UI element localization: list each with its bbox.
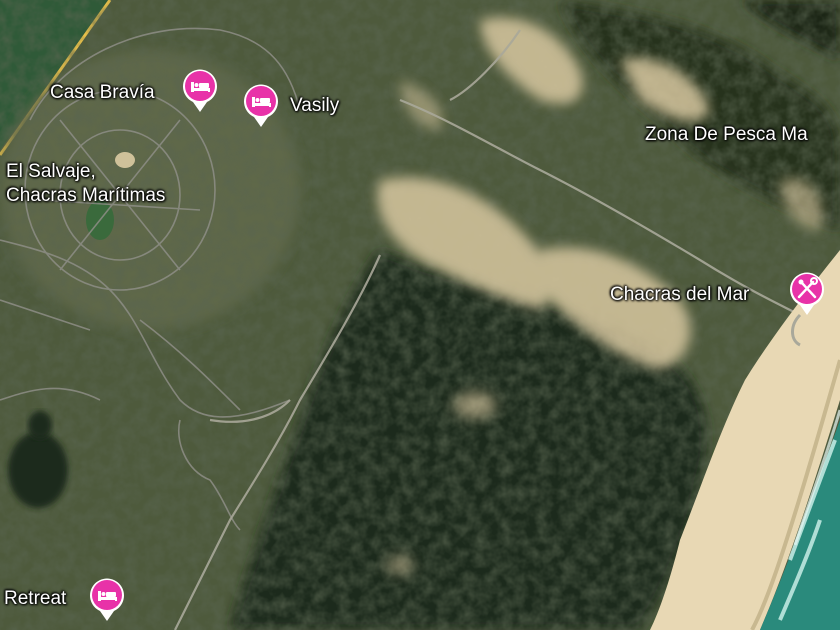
place-label-chacras-del-mar[interactable]: Chacras del Mar bbox=[610, 284, 749, 306]
hotel-bed-icon bbox=[183, 69, 217, 112]
hotel-bed-icon bbox=[90, 578, 124, 621]
place-label-retreat[interactable]: Retreat bbox=[4, 588, 66, 610]
hotel-bed-icon bbox=[244, 84, 278, 127]
place-label-zona-de-pesca[interactable]: Zona De Pesca Ma bbox=[645, 124, 808, 146]
place-label-vasily[interactable]: Vasily bbox=[290, 95, 339, 117]
satellite-map[interactable]: Casa Bravía Vasily El Salvaje, Chacras M… bbox=[0, 0, 840, 630]
place-label-line2: Chacras Marítimas bbox=[6, 185, 166, 206]
place-pin-retreat[interactable] bbox=[88, 576, 126, 622]
place-pin-casa-bravia[interactable] bbox=[181, 67, 219, 113]
fishing-icon bbox=[790, 272, 824, 315]
place-pin-chacras-del-mar[interactable] bbox=[788, 270, 826, 316]
place-label-el-salvaje[interactable]: El Salvaje, Chacras Marítimas bbox=[6, 161, 165, 207]
place-label-casa-bravia[interactable]: Casa Bravía bbox=[50, 82, 155, 104]
place-label-line1: El Salvaje, bbox=[6, 161, 96, 182]
place-pin-vasily[interactable] bbox=[242, 82, 280, 128]
